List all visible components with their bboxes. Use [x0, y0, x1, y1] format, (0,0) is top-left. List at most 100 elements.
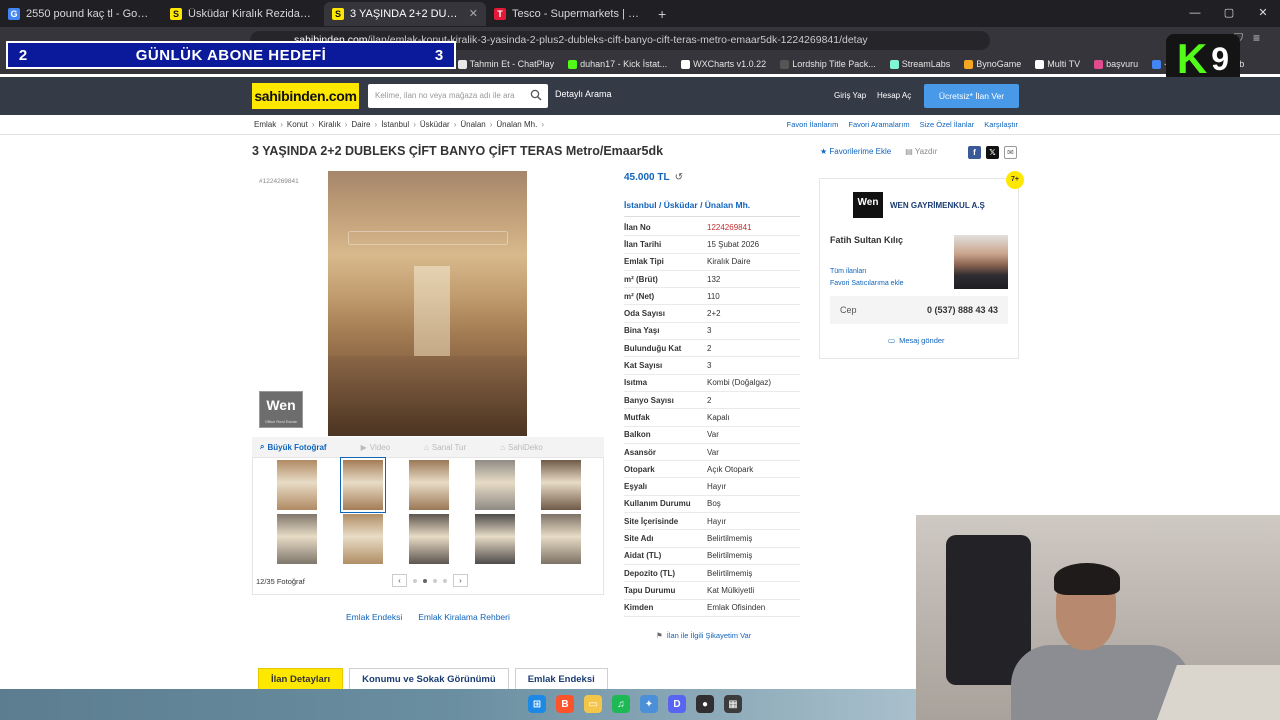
detail-row: İlan Tarihi 15 Şubat 2026	[624, 236, 800, 254]
chevron-left-icon[interactable]: ‹	[392, 574, 407, 587]
complaint-link[interactable]: ⚑ İlan ile İlgili Şikayetim Var	[656, 631, 751, 640]
bookmark-item[interactable]: Tahmin Et - ChatPlay	[457, 59, 554, 69]
discord-icon[interactable]: D	[668, 695, 686, 713]
breadcrumb-item[interactable]: Kiralık	[318, 120, 340, 129]
gallery-tab: ⌂ Sanal Tur	[424, 443, 466, 452]
calculator-icon[interactable]: ▦	[724, 695, 742, 713]
detail-row: Oda Sayısı 2+2	[624, 305, 800, 323]
folder-icon[interactable]: ▭	[584, 695, 602, 713]
close-icon[interactable]: ✕	[1246, 0, 1280, 27]
breadcrumb-item[interactable]: İstanbul	[381, 120, 409, 129]
breadcrumb-item[interactable]: Konut	[287, 120, 308, 129]
app-icon[interactable]: ✦	[640, 695, 658, 713]
browser-tab[interactable]: G 2550 pound kaç tl - Google'da Ara	[0, 2, 162, 26]
gallery-tab[interactable]: ⌕ Büyük Fotoğraf	[260, 442, 327, 452]
utility-link[interactable]: Size Özel İlanlar	[920, 120, 975, 129]
location-item[interactable]: Üsküdar	[664, 200, 698, 210]
detail-tab[interactable]: İlan Detayları	[258, 668, 344, 690]
pager-dot-active[interactable]	[423, 578, 427, 583]
menu-icon[interactable]: ≡	[1253, 31, 1260, 46]
site-logo[interactable]: sahibinden.com	[252, 83, 359, 109]
photo-thumbnail[interactable]	[541, 460, 581, 510]
bookmark-item[interactable]: WXCharts v1.0.22	[681, 59, 766, 69]
breadcrumb-item[interactable]: Ünalan	[460, 120, 485, 129]
bookmark-item[interactable]: StreamLabs	[889, 59, 950, 69]
browser-tab[interactable]: S Üsküdar Kiralık Rezidans, Villa, Müstak…	[162, 2, 324, 26]
new-tab-button[interactable]: +	[648, 6, 676, 22]
detail-label: Oda Sayısı	[624, 309, 665, 319]
pager-dot[interactable]	[433, 578, 437, 583]
photo-thumbnail[interactable]	[277, 514, 317, 564]
breadcrumb-item[interactable]: Üsküdar	[420, 120, 450, 129]
photo-thumbnail[interactable]	[409, 514, 449, 564]
phone-box[interactable]: Cep 0 (537) 888 43 43	[830, 296, 1008, 324]
print-button[interactable]: ▤ Yazdır	[905, 147, 937, 156]
seller-company[interactable]: WEN GAYRİMENKUL A.Ş	[890, 201, 985, 210]
send-message-button[interactable]: ▭ Mesaj gönder	[888, 336, 945, 345]
breadcrumb-item[interactable]: Daire	[351, 120, 370, 129]
gallery-bottom-link[interactable]: Emlak Endeksi	[346, 612, 402, 622]
browser-tab[interactable]: S 3 YAŞINDA 2+2 DUBLEKS ÇİFT B... ✕	[324, 1, 486, 26]
spotify-icon[interactable]: ♫	[612, 695, 630, 713]
email-icon[interactable]: ✉	[1004, 146, 1017, 159]
brave-icon[interactable]: B	[556, 695, 574, 713]
minimize-icon[interactable]: —	[1178, 0, 1212, 27]
agent-photo	[954, 235, 1008, 289]
photo-thumbnail[interactable]	[340, 457, 386, 513]
advanced-search-link[interactable]: Detaylı Arama	[555, 89, 612, 99]
detail-label: Kat Sayısı	[624, 361, 663, 371]
pager-dot[interactable]	[413, 578, 417, 583]
x-icon[interactable]: 𝕏	[986, 146, 999, 159]
detail-label: İlan No	[624, 222, 651, 232]
breadcrumb-item[interactable]: Ünalan Mh.	[496, 120, 537, 129]
register-link[interactable]: Hesap Aç	[877, 91, 911, 100]
photo-thumbnail[interactable]	[277, 460, 317, 510]
browser-tab[interactable]: T Tesco - Supermarkets | Online Groceries	[486, 2, 648, 26]
detail-label: Isıtma	[624, 378, 648, 388]
login-link[interactable]: Giriş Yap	[834, 91, 866, 100]
detail-tab[interactable]: Konumu ve Sokak Görünümü	[349, 668, 509, 690]
seller-years-badge: 7+	[1006, 171, 1024, 189]
favorite-seller-link[interactable]: Favori Satıcılarıma ekle	[830, 280, 904, 287]
gallery-tabs: ⌕ Büyük Fotoğraf ▶ Video ⌂ Sanal Tur ⌂ SahiDeko	[252, 437, 604, 457]
detail-label: Kimden	[624, 603, 654, 613]
detail-value: Kat Mülkiyetli	[707, 585, 755, 595]
bookmark-item[interactable]: Multi TV	[1035, 59, 1080, 69]
tab-close-icon[interactable]: ✕	[469, 7, 478, 20]
photo-thumbnail[interactable]	[343, 514, 383, 564]
gallery-bottom-link[interactable]: Emlak Kiralama Rehberi	[418, 612, 510, 622]
post-ad-button[interactable]: Ücretsiz* İlan Ver	[924, 84, 1019, 108]
location-item[interactable]: İstanbul	[624, 200, 657, 210]
main-photo[interactable]	[328, 171, 527, 436]
search-icon[interactable]	[530, 89, 542, 101]
utility-link[interactable]: Karşılaştır	[984, 120, 1018, 129]
history-icon[interactable]: ↺	[675, 172, 683, 183]
obs-icon[interactable]: ●	[696, 695, 714, 713]
browser-tab-strip: G 2550 pound kaç tl - Google'da Ara S Üsküd…	[0, 0, 1280, 27]
bookmark-item[interactable]: duhan17 - Kick İstat...	[568, 59, 667, 69]
windows-start-icon[interactable]: ⊞	[528, 695, 546, 713]
pager-dot[interactable]	[443, 578, 447, 583]
detail-tab[interactable]: Emlak Endeksi	[514, 668, 608, 690]
photo-thumbnail[interactable]	[541, 514, 581, 564]
location-item[interactable]: Ünalan Mh.	[705, 200, 750, 210]
add-favorite-button[interactable]: ★ Favorilerime Ekle	[820, 147, 891, 156]
detail-row: Eşyalı Hayır	[624, 478, 800, 496]
all-ads-link[interactable]: Tüm ilanları	[830, 268, 867, 275]
seller-logo[interactable]: Wen	[853, 192, 883, 218]
chevron-right-icon[interactable]: ›	[453, 574, 468, 587]
maximize-icon[interactable]: ▢	[1212, 0, 1246, 27]
photo-thumbnail[interactable]	[409, 460, 449, 510]
slash-separator: /	[697, 200, 705, 210]
bookmark-item[interactable]: BynoGame	[964, 59, 1021, 69]
bookmark-item[interactable]: Lordship Title Pack...	[780, 59, 876, 69]
facebook-icon[interactable]: f	[968, 146, 981, 159]
utility-link[interactable]: Favori Aramalarım	[848, 120, 909, 129]
photo-thumbnail[interactable]	[475, 460, 515, 510]
breadcrumb-item[interactable]: Emlak	[254, 120, 276, 129]
search-input[interactable]: Kelime, ilan no veya mağaza adı ile ara	[368, 84, 548, 108]
utility-link[interactable]: Favori İlanlarım	[787, 120, 839, 129]
photo-thumbnail[interactable]	[475, 514, 515, 564]
bookmark-item[interactable]: başvuru	[1094, 59, 1138, 69]
detail-row: Depozito (TL) Belirtilmemiş	[624, 565, 800, 583]
